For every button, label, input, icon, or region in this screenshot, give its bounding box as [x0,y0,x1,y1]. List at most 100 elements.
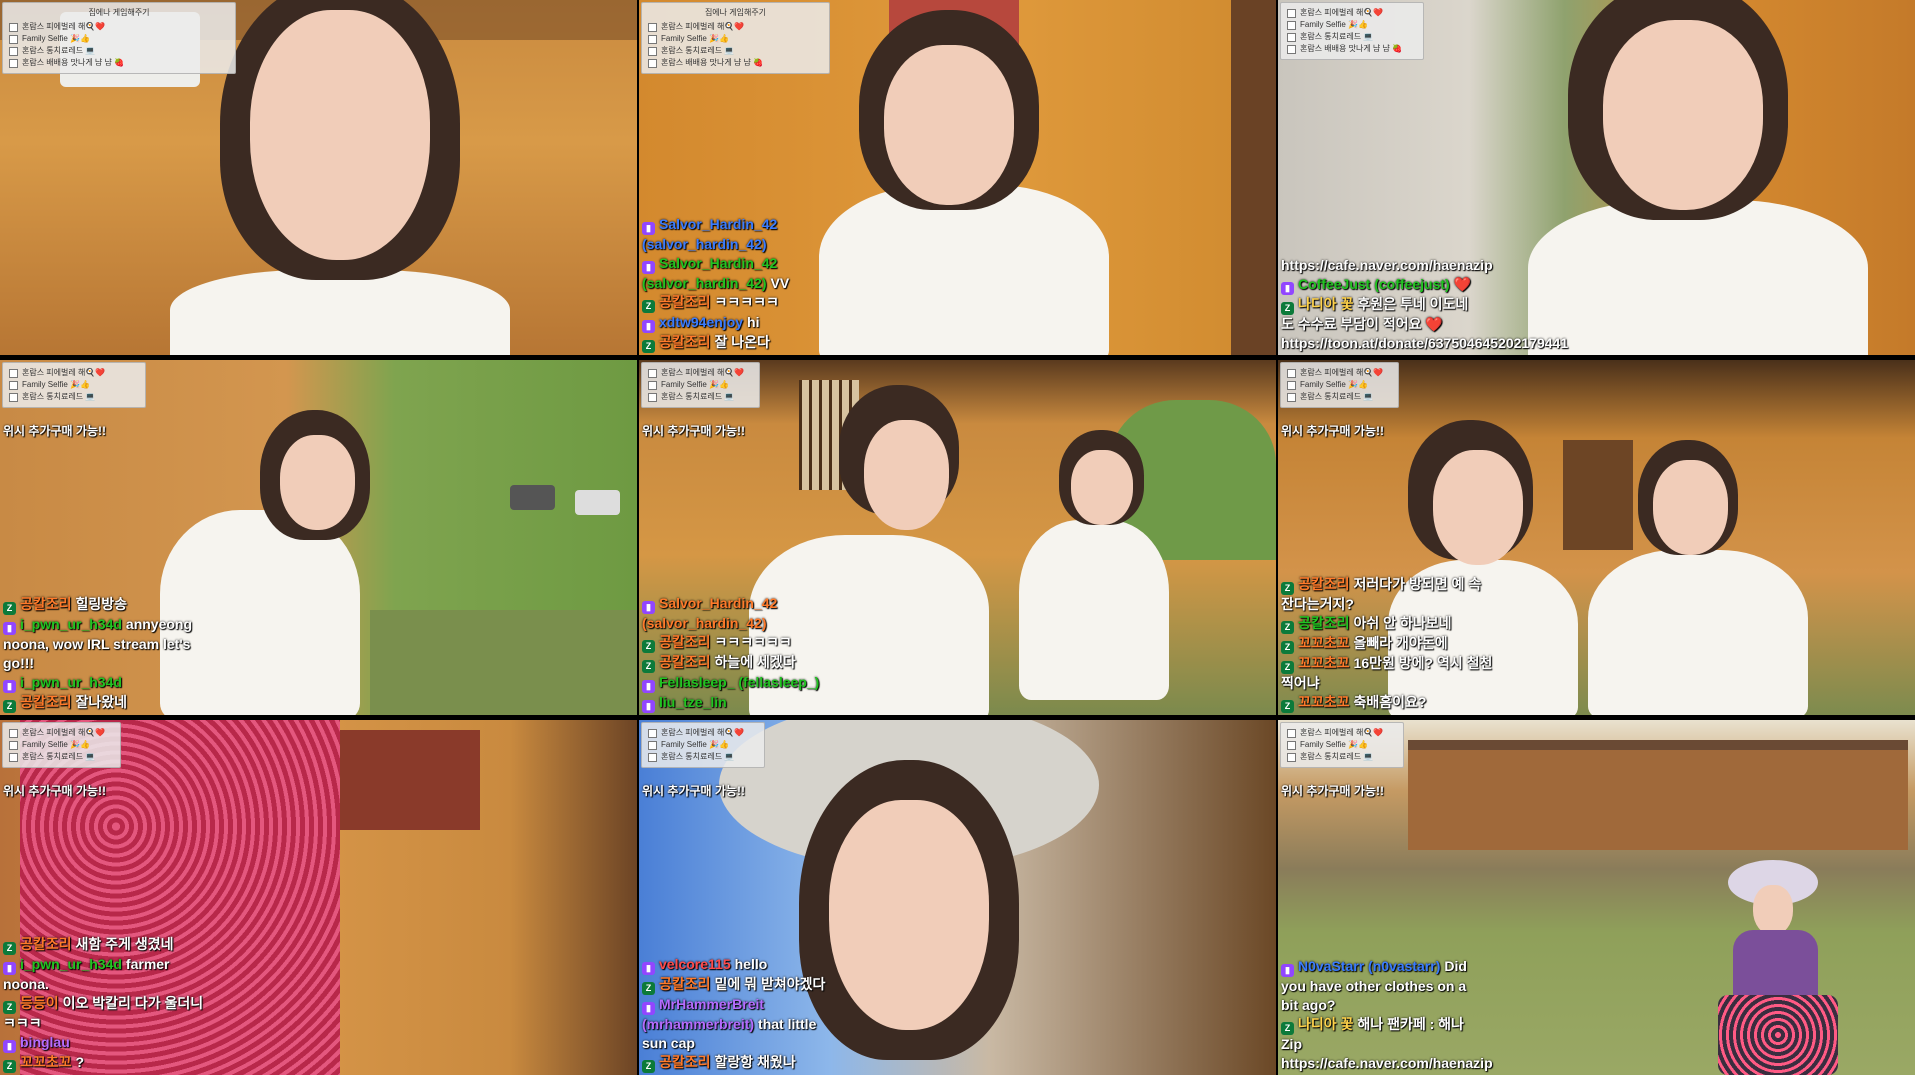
wishlist-panel: 혼람스 피에벌레 해🍳❤️ Family Selfie 🎉👍 혼람스 통치료레드… [2,362,146,408]
chat-message: ▮ velcore115 hello [642,955,836,975]
checkbox-icon [9,34,18,44]
zone-icon: Z [3,942,16,955]
chat-username[interactable]: 공칼조리 [20,936,72,952]
hanok-house [1408,740,1908,850]
chat-message: ▮ xdtw94enjoy hi [642,313,796,333]
checkbox-icon [1287,380,1296,390]
stream-tile-2[interactable]: 집에나 게임해주기 혼람스 피에벌레 해🍳❤️ Family Selfie 🎉👍… [639,0,1276,355]
wishlist-panel: 집에나 게임해주기 혼람스 피에벌레 해🍳❤️ Family Selfie 🎉👍… [641,2,830,74]
chat-message: ▮ i_pwn_ur_h34d [3,673,217,693]
wishlist-item: Family Selfie 🎉👍 [648,739,758,751]
chat-username[interactable]: velcore115 [659,956,731,972]
chat-message: ▮ MrHammerBreit (mrhammerbreit) that littl… [642,995,836,1053]
chat-message: ▮ liu_tze_lin [642,693,836,713]
checkbox-icon [648,752,657,762]
chat-message: https://toon.at/donate/63750464520217944… [1281,334,1568,353]
chat-username[interactable]: 공칼조리 [659,976,711,992]
zone-icon: Z [642,640,655,653]
stream-tile-5[interactable]: 혼람스 피에벌레 해🍳❤️ Family Selfie 🎉👍 혼람스 통치료레드… [639,360,1276,715]
chat-username[interactable]: i_pwn_ur_h34d [20,956,122,972]
chat-username[interactable]: Salvor_Hardin_42 (salvor_hardin_42) [642,216,777,252]
chat-text: hello [734,956,768,972]
chat-username[interactable]: i_pwn_ur_h34d [20,674,122,690]
chat-username[interactable]: 공칼조리 [1298,576,1350,592]
chat-username[interactable]: 꼬꼬초꼬 [1298,635,1350,651]
checkbox-icon [648,46,657,56]
checkbox-icon [9,22,18,32]
chat-username[interactable]: Salvor_Hardin_42 (salvor_hardin_42) [642,595,777,631]
stream-tile-7[interactable]: 혼람스 피에벌레 해🍳❤️ Family Selfie 🎉👍 혼람스 통치료레드… [0,720,637,1075]
twitch-icon: ▮ [642,1002,655,1015]
zone-icon: Z [1281,302,1294,315]
chat-overlay: https://cafe.naver.com/haenazip ▮ CoffeeJu… [1281,256,1568,353]
stream-tile-6[interactable]: 혼람스 피에벌레 해🍳❤️ Family Selfie 🎉👍 혼람스 통치료레드… [1278,360,1915,715]
wishlist-item: 혼람스 피에벌레 해🍳❤️ [9,21,229,33]
checkbox-icon [648,728,657,738]
checkbox-icon [9,752,18,762]
chat-username[interactable]: 꼬꼬초꼬 [20,1054,72,1070]
chat-username[interactable]: N0vaStarr (n0vastarr) [1298,958,1440,974]
checkbox-icon [1287,20,1296,30]
chat-username[interactable]: CoffeeJust (coffeejust) [1298,276,1450,292]
stream-tile-8[interactable]: 혼람스 피에벌레 해🍳❤️ Family Selfie 🎉👍 혼람스 통치료레드… [639,720,1276,1075]
twitch-icon: ▮ [1281,964,1294,977]
chat-username[interactable]: xdtw94enjoy [659,314,743,330]
wishlist-notice: 위시 추가구매 가능!! [3,424,106,438]
chat-username[interactable]: 공칼조리 [1298,615,1350,631]
checkbox-icon [1287,32,1296,42]
checkbox-icon [1287,368,1296,378]
twitch-icon: ▮ [1281,282,1294,295]
chat-username[interactable]: MrHammerBreit (mrhammerbreit) [642,996,764,1032]
chat-username[interactable]: 공칼조리 [659,334,711,350]
chat-link[interactable]: https://toon.at/donate/63750464520217944… [1281,335,1568,351]
chat-message: https://cafe.naver.com/haenazip [1281,256,1493,275]
wishlist-item: Family Selfie 🎉👍 [1287,379,1392,391]
chat-message: Z 공칼조리 아쉬 안 하나보네 [1281,614,1495,634]
streamer [1528,0,1868,355]
wishlist-item: 혼람스 통치료레드 💻 [9,751,114,763]
chat-username[interactable]: 공칼조리 [659,634,711,650]
chat-message: https://cafe.naver.com/haenazip [1281,1054,1493,1073]
wishlist-item: 혼람스 피에벌레 해🍳❤️ [648,367,753,379]
chat-username[interactable]: Salvor_Hardin_42 (salvor_hardin_42) [642,255,777,291]
wishlist-item: 혼람스 통치료레드 💻 [648,391,753,403]
stream-tile-9[interactable]: 혼람스 피에벌레 해🍳❤️ Family Selfie 🎉👍 혼람스 통치료레드… [1278,720,1915,1075]
chat-message: Z 공칼조리 하늘에 세겠다 [642,653,836,673]
chat-username[interactable]: liu_tze_lin [659,694,727,710]
zone-icon: Z [642,300,655,313]
chat-username[interactable]: 공칼조리 [20,596,72,612]
chat-username[interactable]: Fellasleep_ (fellasleep_) [659,674,819,690]
stream-tile-4[interactable]: 혼람스 피에벌레 해🍳❤️ Family Selfie 🎉👍 혼람스 통치료레드… [0,360,637,715]
chat-text: 하늘에 세겠다 [714,654,796,670]
chat-username[interactable]: 공칼조리 [659,1054,711,1070]
chat-username[interactable]: i_pwn_ur_h34d [20,616,122,632]
chat-link[interactable]: https://cafe.naver.com/haenazip [1281,257,1493,273]
wishlist-item: 혼람스 통치료레드 💻 [9,45,229,57]
stream-tile-1[interactable]: 집에나 게임해주기 혼람스 피에벌레 해🍳❤️ Family Selfie 🎉👍… [0,0,637,355]
zone-icon: Z [1281,641,1294,654]
chat-message: Z 공칼조리 밑에 뭐 받쳐야겠다 [642,975,836,995]
chat-overlay: ▮ N0vaStarr (n0vastarr) Did you have other… [1281,957,1493,1073]
wishlist-item: Family Selfie 🎉👍 [9,33,229,45]
streamer [819,0,1109,355]
parked-car [510,485,555,510]
chat-username[interactable]: 꼬꼬초꼬 [1298,694,1350,710]
chat-username[interactable]: 공칼조리 [659,294,711,310]
chat-message: ▮ Fellasleep_ (fellasleep_) [642,673,836,693]
chat-username[interactable]: 나디아 꽃 [1298,296,1353,312]
chat-link[interactable]: https://cafe.naver.com/haenazip [1281,1055,1493,1071]
checkbox-icon [9,368,18,378]
chat-username[interactable]: 공칼조리 [20,694,72,710]
chat-message: Z 공칼조리 할랑항 채웠나 [642,1053,836,1073]
stream-tile-3[interactable]: 혼람스 피에벌레 해🍳❤️ Family Selfie 🎉👍 혼람스 통치료레드… [1278,0,1915,355]
checkbox-icon [648,368,657,378]
chat-username[interactable]: 공칼조리 [659,654,711,670]
chat-username[interactable]: 등등이 [20,995,59,1011]
wishlist-notice: 위시 추가구매 가능!! [1281,784,1384,798]
chat-username[interactable]: 나디아 꽃 [1298,1016,1353,1032]
chat-username[interactable]: 꼬꼬초꼬 [1298,655,1350,671]
multistream-grid: 집에나 게임해주기 혼람스 피에벌레 해🍳❤️ Family Selfie 🎉👍… [0,0,1915,1075]
checkbox-icon [1287,752,1296,762]
chat-overlay: ▮ Salvor_Hardin_42 (salvor_hardin_42) ▮ Sal… [642,215,796,353]
chat-username[interactable]: binglau [20,1034,70,1050]
